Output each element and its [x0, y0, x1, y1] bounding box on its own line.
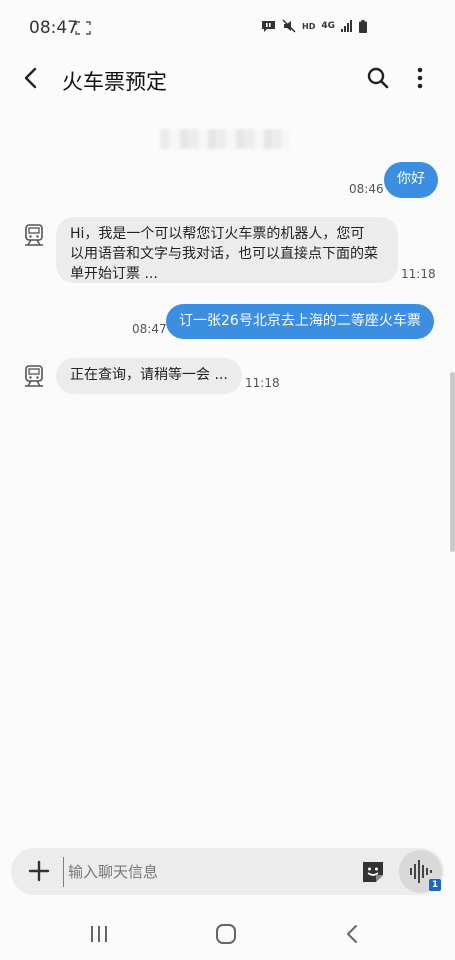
signal-icon: [341, 20, 352, 32]
message-time: 08:47: [132, 322, 167, 336]
battery-icon: [359, 19, 367, 33]
recent-apps-icon[interactable]: [88, 924, 110, 944]
sticker-icon[interactable]: [361, 860, 385, 884]
status-bar: 08:47 HD 4G: [0, 0, 455, 56]
blurred-date-header: [160, 129, 290, 149]
screenshot-icon: [75, 21, 91, 35]
system-nav-bar: [0, 910, 455, 960]
4g-icon: 4G: [321, 21, 335, 31]
message-time: 08:46: [349, 182, 384, 196]
hd-icon: HD: [302, 21, 316, 31]
search-icon[interactable]: [364, 64, 392, 92]
status-time: 08:47: [29, 18, 78, 38]
message-line: 单开始订票 ...: [70, 266, 158, 282]
chat-notification-icon: [262, 20, 275, 32]
message-input[interactable]: [63, 857, 350, 887]
message-bubble-incoming[interactable]: Hi，我是一个可以帮您订火车票的机器人，您可 以用语音和文字与我对话，也可以直接…: [56, 217, 398, 283]
message-bubble-incoming[interactable]: 正在查询，请稍等一会 ...: [56, 358, 242, 394]
mute-icon: [282, 19, 296, 33]
message-bubble-outgoing[interactable]: 订一张26号北京去上海的二等座火车票: [166, 304, 434, 339]
message-text: 订一张26号北京去上海的二等座火车票: [179, 313, 421, 329]
page-title: 火车票预定: [62, 70, 167, 94]
back-arrow-icon[interactable]: [18, 64, 46, 92]
status-icons: HD 4G: [261, 19, 367, 33]
message-line: Hi，我是一个可以帮您订火车票的机器人，您可: [70, 226, 365, 242]
voice-badge: 1: [429, 879, 441, 891]
message-bubble-outgoing[interactable]: 你好: [384, 162, 438, 198]
home-icon[interactable]: [215, 923, 237, 945]
message-text: 你好: [397, 171, 425, 187]
plus-icon[interactable]: [27, 859, 51, 883]
message-time: 11:18: [401, 267, 436, 281]
scrollbar-thumb[interactable]: [450, 372, 455, 552]
more-vertical-icon[interactable]: [408, 64, 432, 92]
message-time: 11:18: [245, 376, 280, 390]
train-bot-icon: [25, 224, 43, 246]
message-line: 正在查询，请稍等一会 ...: [70, 367, 228, 383]
message-line: 以用语音和文字与我对话，也可以直接点下面的菜: [70, 246, 378, 262]
train-bot-icon: [25, 365, 43, 387]
nav-back-icon[interactable]: [344, 922, 360, 946]
message-composer: 1: [11, 848, 444, 895]
app-bar: 火车票预定: [0, 56, 455, 102]
